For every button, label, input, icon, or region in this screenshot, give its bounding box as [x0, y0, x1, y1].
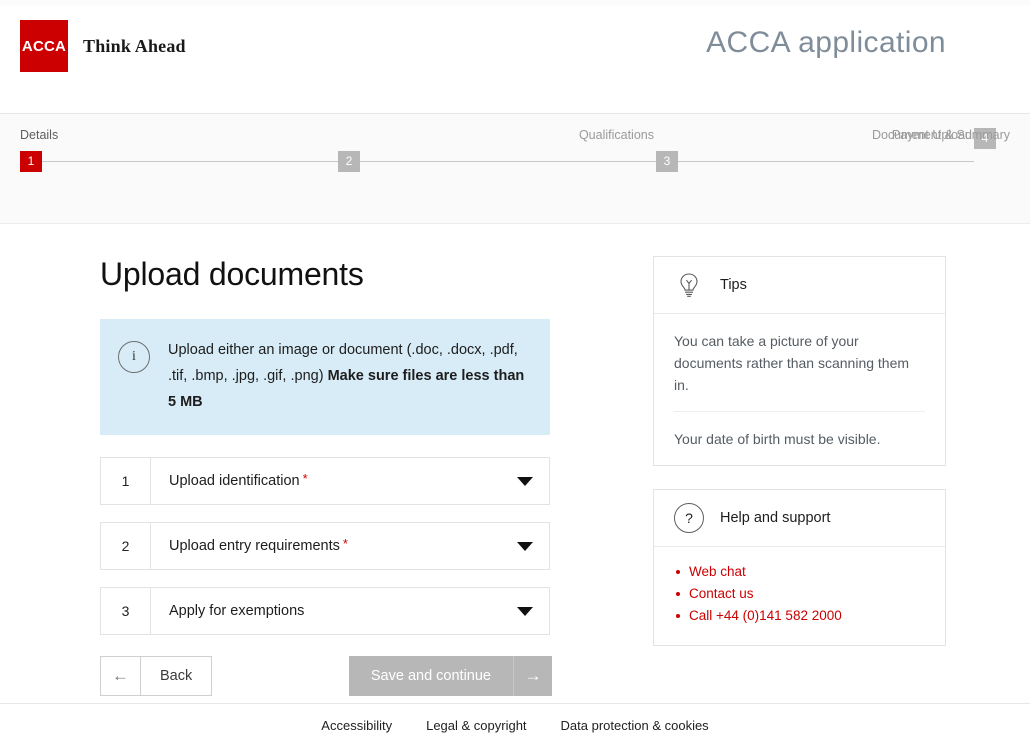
upload-accordion: 1 Upload identification * 2 Upload entry…	[100, 457, 552, 635]
help-link-contact-us[interactable]: Contact us	[689, 586, 754, 601]
brand-logo[interactable]: ACCA Think Ahead	[20, 20, 186, 72]
footer-link-data-protection-cookies[interactable]: Data protection & cookies	[561, 718, 709, 733]
progress-stepper-band: Details 1 Qualifications 2 Document Uplo…	[0, 114, 1030, 224]
acca-logo-mark: ACCA	[20, 20, 68, 72]
list-item[interactable]: Contact us	[674, 583, 925, 605]
tip-item: You can take a picture of your documents…	[674, 333, 910, 393]
list-item[interactable]: Call +44 (0)141 582 2000	[674, 605, 925, 627]
accordion-label-2: Upload entry requirements	[169, 538, 340, 554]
arrow-right-icon: →	[513, 656, 552, 696]
sidebar-column: Tips You can take a picture of your docu…	[653, 224, 946, 646]
tips-panel: Tips You can take a picture of your docu…	[653, 256, 946, 466]
tips-panel-header: Tips	[654, 257, 945, 314]
stepper-label-1: Details	[20, 128, 59, 142]
stepper-step-qualifications[interactable]: Qualifications 2	[338, 128, 656, 184]
form-actions: ← Back Save and continue →	[100, 656, 552, 696]
stepper-label-2: Qualifications	[578, 128, 654, 142]
stepper-badge-3: 3	[656, 151, 678, 172]
help-panel-header: ? Help and support	[654, 490, 945, 547]
app-title: ACCA application	[706, 26, 946, 59]
stepper-row-3: 3	[656, 151, 974, 172]
info-icon: i	[118, 341, 150, 373]
save-and-continue-label: Save and continue	[370, 668, 491, 684]
footer-link-accessibility[interactable]: Accessibility	[321, 718, 392, 733]
question-mark-glyph: ?	[674, 503, 704, 533]
save-and-continue-button[interactable]: Save and continue →	[348, 656, 552, 696]
stepper-row-1: 1	[20, 151, 338, 172]
lightbulb-icon	[674, 270, 704, 300]
required-asterisk-1: *	[302, 470, 308, 486]
stepper-badge-1: 1	[20, 151, 42, 172]
list-item[interactable]: Web chat	[674, 561, 925, 583]
stepper-connector-2	[360, 161, 656, 162]
stepper-badge-2: 2	[338, 151, 360, 172]
help-link-call[interactable]: Call +44 (0)141 582 2000	[689, 608, 842, 623]
stepper-row-2: 2	[338, 151, 656, 172]
help-panel-body: Web chat Contact us Call +44 (0)141 582 …	[654, 547, 945, 645]
tips-panel-body: You can take a picture of your documents…	[654, 314, 945, 465]
chevron-down-icon-1[interactable]	[501, 458, 549, 504]
help-and-support-panel: ? Help and support Web chat Contact us C…	[653, 489, 946, 646]
help-link-web-chat[interactable]: Web chat	[689, 564, 746, 579]
brand-tagline: Think Ahead	[83, 35, 186, 56]
accordion-label-cell-2: Upload entry requirements *	[151, 523, 501, 569]
page-content: Upload documents i Upload either an imag…	[0, 224, 1030, 705]
stepper-connector-1	[42, 161, 338, 162]
arrow-left-icon: ←	[101, 657, 141, 695]
stepper-connector-3	[678, 161, 974, 162]
tip-item: Your date of birth must be visible.	[674, 411, 925, 465]
back-button[interactable]: ← Back	[100, 656, 213, 696]
stepper-step-payment-summary[interactable]: Payment & Summary 4	[892, 128, 1010, 184]
footer-link-legal-copyright[interactable]: Legal & copyright	[426, 718, 526, 733]
caret-glyph-1	[517, 476, 533, 486]
site-header: ACCA Think Ahead ACCA application	[0, 6, 1030, 114]
stepper-label-4: Payment & Summary	[891, 128, 1010, 142]
accordion-row-upload-identification[interactable]: 1 Upload identification *	[100, 457, 550, 505]
required-asterisk-2: *	[342, 535, 348, 551]
caret-glyph-3	[517, 606, 533, 616]
stepper-step-details[interactable]: Details 1	[20, 128, 338, 184]
question-mark-icon: ?	[674, 503, 704, 533]
accordion-number-2: 2	[101, 523, 151, 569]
accordion-number-1: 1	[101, 458, 151, 504]
site-footer: Accessibility Legal & copyright Data pro…	[0, 703, 1030, 746]
back-button-label: Back	[160, 668, 193, 684]
accordion-label-1: Upload identification	[169, 473, 300, 489]
info-banner-text: Upload either an image or document (.doc…	[168, 337, 532, 415]
caret-glyph-2	[517, 541, 533, 551]
main-column: Upload documents i Upload either an imag…	[100, 224, 552, 696]
info-banner: i Upload either an image or document (.d…	[100, 319, 550, 435]
acca-logo-text: ACCA	[21, 37, 67, 55]
accordion-row-apply-for-exemptions[interactable]: 3 Apply for exemptions	[100, 587, 550, 635]
accordion-row-upload-entry-requirements[interactable]: 2 Upload entry requirements *	[100, 522, 550, 570]
accordion-number-3: 3	[101, 588, 151, 634]
chevron-down-icon-2[interactable]	[501, 523, 549, 569]
page-title: Upload documents	[100, 256, 364, 292]
chevron-down-icon-3[interactable]	[501, 588, 549, 634]
progress-stepper: Details 1 Qualifications 2 Document Uplo…	[20, 128, 1010, 184]
help-links-list: Web chat Contact us Call +44 (0)141 582 …	[674, 561, 925, 627]
accordion-label-3: Apply for exemptions	[169, 603, 305, 619]
tips-panel-title: Tips	[720, 277, 747, 293]
help-panel-title: Help and support	[720, 510, 831, 526]
accordion-label-cell-3: Apply for exemptions	[151, 588, 501, 634]
accordion-label-cell-1: Upload identification *	[151, 458, 501, 504]
